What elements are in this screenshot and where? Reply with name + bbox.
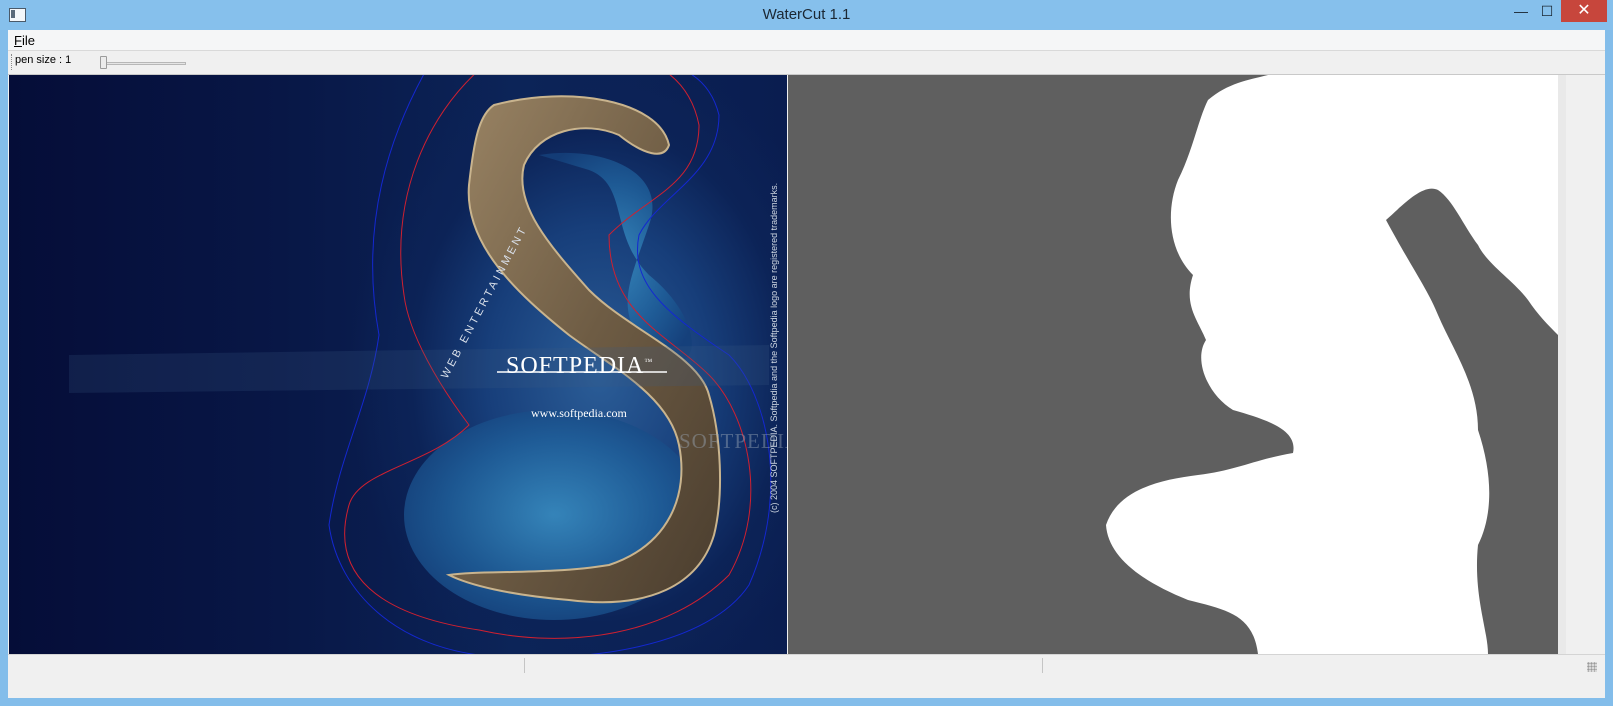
app-window: WaterCut 1.1 — ☐ ✕ File pen size : 1 SOF… — [0, 0, 1613, 706]
vertical-scrollbar[interactable] — [1558, 75, 1566, 654]
status-separator — [524, 658, 525, 673]
haze-band — [69, 345, 769, 393]
toolbar: pen size : 1 — [8, 51, 1605, 75]
softpedia-url: www.softpedia.com — [531, 406, 627, 420]
menu-bar: File — [8, 30, 1605, 51]
toolbar-grip[interactable] — [11, 54, 14, 70]
mask-land-shape — [1106, 75, 1558, 654]
maximize-icon: ☐ — [1540, 3, 1554, 19]
menu-file[interactable]: File — [14, 33, 35, 48]
pen-size-slider[interactable] — [100, 55, 186, 71]
status-bar — [8, 654, 1605, 675]
island-photo — [69, 75, 772, 654]
source-image-pane[interactable]: SOFTPEDIA™ www.softpedia.com WEB ENTERTA… — [9, 75, 787, 654]
close-icon: ✕ — [1577, 2, 1591, 19]
water-mask — [1106, 75, 1558, 654]
image-canvas: SOFTPEDIA™ www.softpedia.com WEB ENTERTA… — [9, 75, 1558, 654]
minimize-button[interactable]: — — [1508, 0, 1534, 22]
window-title: WaterCut 1.1 — [762, 6, 851, 23]
title-bar[interactable]: WaterCut 1.1 — ☐ ✕ — [0, 0, 1613, 30]
trademark-text: (c) 2004 SOFTPEDIA. Softpedia and the So… — [769, 182, 779, 513]
mask-image-pane[interactable] — [788, 75, 1558, 654]
slider-thumb[interactable] — [100, 56, 107, 69]
status-separator — [1042, 658, 1043, 673]
logo-tm: ™ — [644, 357, 654, 366]
slider-track[interactable] — [100, 62, 186, 65]
maximize-button[interactable]: ☐ — [1534, 0, 1560, 22]
client-area: File pen size : 1 SOFTPEDIA™ www.softped… — [8, 30, 1605, 698]
resize-grip-icon[interactable] — [1587, 662, 1597, 672]
softpedia-logo-text: SOFTPEDIA™ — [506, 353, 653, 380]
pen-size-label: pen size : 1 — [15, 54, 72, 66]
logo-text: SOFTPEDIA — [506, 353, 645, 379]
close-button[interactable]: ✕ — [1561, 0, 1607, 22]
minimize-icon: — — [1514, 3, 1528, 19]
